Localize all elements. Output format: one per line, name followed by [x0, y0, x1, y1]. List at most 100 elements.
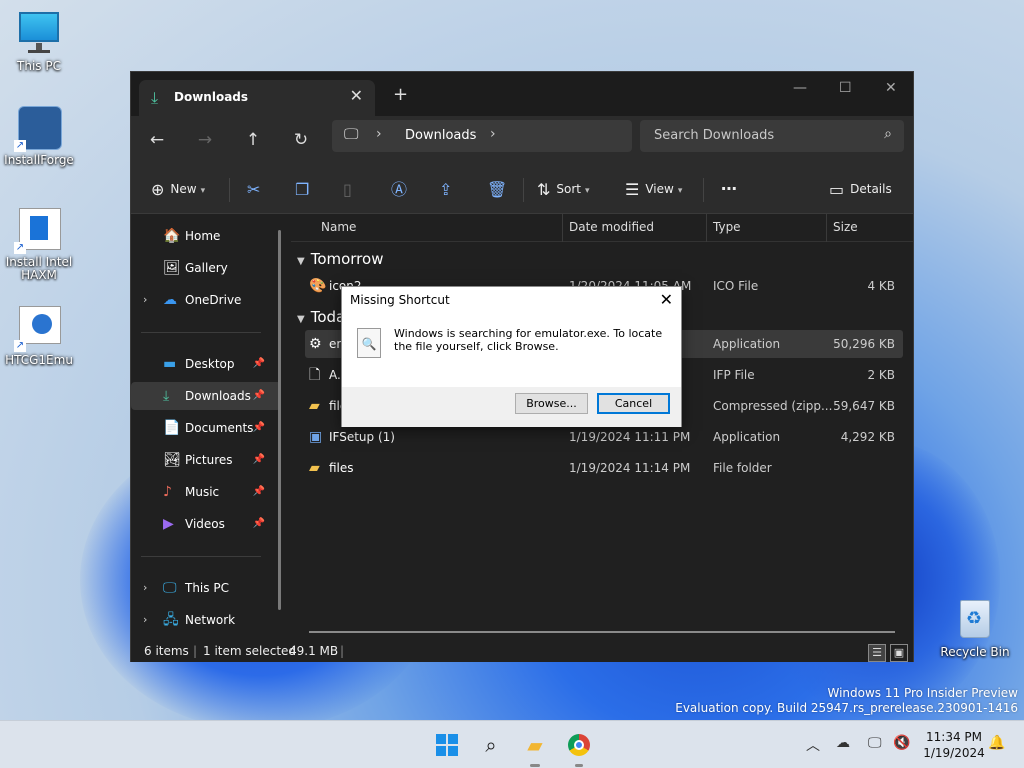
sidebar-item-this-pc[interactable]: › 🖵 This PC — [131, 574, 281, 602]
file-type: File folder — [713, 461, 772, 475]
sidebar-item-onedrive[interactable]: › ☁ OneDrive — [131, 286, 281, 314]
sidebar-item-network[interactable]: › 🖧 Network — [131, 606, 281, 634]
cloud-icon: ☁ — [163, 292, 177, 308]
sidebar-label: Videos — [185, 517, 225, 531]
chevron-right-icon[interactable]: › — [143, 574, 147, 602]
column-name[interactable]: Name — [321, 220, 356, 234]
browse-button[interactable]: Browse... — [515, 393, 588, 414]
pc-icon: 🖵 — [344, 125, 359, 143]
desktop-icon-label: HTCG1Emu — [5, 353, 73, 367]
search-icon[interactable]: ⌕ — [477, 731, 505, 759]
column-date-modified[interactable]: Date modified — [569, 220, 654, 234]
search-box[interactable]: Search Downloads ⌕ — [640, 120, 904, 152]
chevron-right-icon[interactable]: › — [490, 126, 496, 142]
pin-icon: 📌 — [252, 390, 265, 401]
navigation-bar: ← → ↑ ↻ 🖵 › Downloads › Search Downloads… — [131, 116, 913, 164]
show-hidden-icons-chevron[interactable]: ︿ — [806, 735, 820, 755]
column-divider[interactable] — [562, 214, 563, 242]
group-header-today[interactable]: ▼ Toda — [297, 308, 345, 326]
chevron-down-icon: ▾ — [200, 186, 206, 196]
view-label: View — [645, 182, 674, 196]
paste-button[interactable]: ▯ — [343, 176, 358, 202]
file-name: IFSetup (1) — [329, 430, 395, 444]
sidebar-scrollbar[interactable] — [278, 230, 281, 610]
chevron-right-icon[interactable]: › — [143, 286, 147, 314]
sidebar-label: Downloads — [185, 389, 251, 403]
sidebar-item-videos[interactable]: ▶ Videos 📌 — [131, 510, 281, 538]
column-divider[interactable] — [706, 214, 707, 242]
file-row[interactable]: ▣ IFSetup (1) 1/19/2024 11:11 PM Applica… — [305, 423, 903, 451]
desktop-icon-label: This PC — [17, 59, 61, 73]
title-bar: ⤓ Downloads ✕ + — ☐ ✕ — [131, 72, 913, 116]
file-row[interactable]: ▰ files 1/19/2024 11:14 PM File folder — [305, 454, 903, 482]
file-type: Application — [713, 430, 781, 444]
file-type: ICO File — [713, 279, 759, 293]
chevron-right-icon[interactable]: › — [143, 606, 147, 634]
close-window-button[interactable]: ✕ — [885, 80, 897, 96]
search-placeholder: Search Downloads — [654, 128, 775, 143]
desktop-icon-htcg1emu[interactable]: ↗ HTCG1Emu — [1, 306, 77, 367]
file-size: 50,296 KB — [833, 337, 895, 351]
new-tab-button[interactable]: + — [393, 84, 408, 105]
sidebar-item-gallery[interactable]: 🖼 Gallery — [131, 254, 281, 282]
forward-button[interactable]: → — [191, 126, 219, 154]
chrome-icon[interactable] — [565, 731, 593, 759]
start-button[interactable] — [433, 731, 461, 759]
sort-button[interactable]: ⇅ Sort ▾ — [537, 176, 590, 202]
sidebar-label: Network — [185, 613, 236, 627]
rename-button[interactable]: Ⓐ — [391, 176, 413, 202]
sidebar-item-desktop[interactable]: ▬ Desktop 📌 — [131, 350, 281, 378]
horizontal-scrollbar[interactable] — [309, 631, 895, 633]
desktop-icon-this-pc[interactable]: This PC — [1, 12, 77, 73]
column-size[interactable]: Size — [833, 220, 858, 234]
delete-button[interactable]: 🗑 — [487, 176, 513, 202]
details-view-button[interactable]: ☰ — [868, 644, 886, 662]
desktop-icon-installforge[interactable]: ↗ InstallForge — [1, 106, 77, 167]
dialog-close-button[interactable]: ✕ — [660, 290, 673, 309]
network-icon[interactable]: 🖵 — [868, 735, 882, 751]
new-label: New — [170, 182, 197, 196]
tab-downloads[interactable]: ⤓ Downloads ✕ — [139, 80, 375, 116]
file-explorer-taskbar-icon[interactable]: ▰ — [521, 731, 549, 759]
desktop-folder-icon: ▬ — [163, 356, 177, 372]
sidebar-item-home[interactable]: 🏠 Home — [131, 222, 281, 250]
close-tab-icon[interactable]: ✕ — [350, 86, 363, 105]
address-bar[interactable]: 🖵 › Downloads › — [332, 120, 632, 152]
clock[interactable]: 11:34 PM 1/19/2024 — [918, 729, 990, 761]
sidebar-item-documents[interactable]: 📄 Documents 📌 — [131, 414, 281, 442]
command-bar: ⊕ New ▾ ✂ ❐ ▯ Ⓐ ⇪ 🗑 ⇅ Sort ▾ ☰ View ▾ ⋯ ▭ Detai… — [131, 164, 913, 214]
minimize-button[interactable]: — — [793, 80, 807, 96]
taskbar: ⌕ ▰ ︿ ☁ 🖵 🔇 11:34 PM 1/19/2024 🔔 — [0, 720, 1024, 768]
sidebar-item-downloads[interactable]: ⤓ Downloads 📌 — [131, 382, 281, 410]
missing-shortcut-dialog: Missing Shortcut ✕ 🔍 Windows is searchin… — [341, 286, 682, 427]
maximize-button[interactable]: ☐ — [839, 80, 852, 96]
tiles-view-button[interactable]: ▣ — [890, 644, 908, 662]
column-divider[interactable] — [826, 214, 827, 242]
breadcrumb-downloads[interactable]: Downloads — [405, 128, 476, 143]
emulator-icon: ↗ — [14, 306, 62, 352]
dialog-title: Missing Shortcut — [350, 293, 450, 307]
sidebar-item-pictures[interactable]: 🏞 Pictures 📌 — [131, 446, 281, 474]
cut-button[interactable]: ✂ — [247, 176, 266, 202]
refresh-button[interactable]: ↻ — [287, 126, 315, 154]
copy-button[interactable]: ❐ — [295, 176, 315, 202]
details-button[interactable]: ▭ Details — [829, 176, 892, 202]
column-type[interactable]: Type — [713, 220, 741, 234]
volume-muted-icon[interactable]: 🔇 — [893, 735, 910, 751]
group-header-tomorrow[interactable]: ▼ Tomorrow — [297, 250, 383, 268]
share-button[interactable]: ⇪ — [439, 176, 458, 202]
desktop-icon-install-haxm[interactable]: ↗ Install Intel HAXM — [1, 208, 77, 282]
pin-icon: 📌 — [252, 358, 265, 369]
view-button[interactable]: ☰ View ▾ — [625, 176, 682, 202]
cancel-button[interactable]: Cancel — [597, 393, 670, 414]
onedrive-offline-icon[interactable]: ☁ — [836, 735, 850, 751]
notification-bell-icon[interactable]: 🔔 — [988, 735, 1005, 751]
back-button[interactable]: ← — [143, 126, 171, 154]
up-button[interactable]: ↑ — [239, 126, 267, 154]
sidebar-label: Desktop — [185, 357, 235, 371]
sidebar-item-music[interactable]: ♪ Music 📌 — [131, 478, 281, 506]
more-options-button[interactable]: ⋯ — [721, 176, 737, 202]
desktop-icon-recycle-bin[interactable]: ♻ Recycle Bin — [937, 598, 1013, 659]
music-icon: ♪ — [163, 484, 172, 500]
new-button[interactable]: ⊕ New ▾ — [151, 176, 205, 202]
